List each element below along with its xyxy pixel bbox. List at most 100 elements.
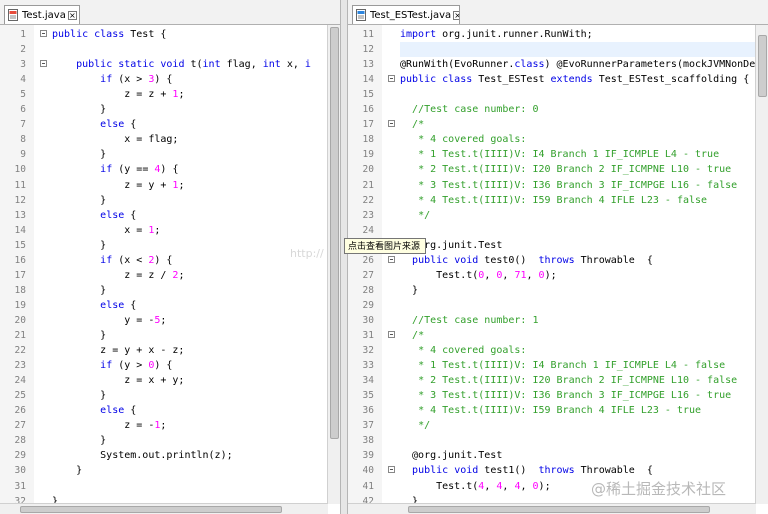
code-text: z = y + 1; bbox=[52, 179, 185, 191]
code-line[interactable]: 37 */ bbox=[348, 418, 756, 433]
code-line[interactable]: 11 z = y + 1; bbox=[0, 178, 328, 193]
code-text: import org.junit.runner.RunWith; bbox=[400, 29, 593, 40]
code-line[interactable]: 22 z = y + x - z; bbox=[0, 343, 328, 358]
right-vertical-scrollbar[interactable] bbox=[755, 25, 768, 504]
code-text: * 3 Test.t(IIII)V: I36 Branch 3 IF_ICMPG… bbox=[412, 179, 738, 191]
code-line[interactable]: 35 * 3 Test.t(IIII)V: I36 Branch 3 IF_IC… bbox=[348, 388, 756, 403]
code-line[interactable]: 26 public void test0() throws Throwable … bbox=[348, 253, 756, 268]
fold-toggle-icon[interactable] bbox=[388, 331, 395, 338]
line-number: 36 bbox=[362, 405, 374, 417]
code-text: * 4 covered goals: bbox=[412, 134, 527, 146]
code-line[interactable]: 11 import org.junit.runner.RunWith; bbox=[348, 27, 756, 42]
line-number: 5 bbox=[20, 89, 26, 101]
line-number: 41 bbox=[362, 480, 374, 492]
code-line[interactable]: 9 } bbox=[0, 147, 328, 162]
code-line[interactable]: 29 bbox=[348, 298, 756, 313]
code-line[interactable]: 15 } bbox=[0, 238, 328, 253]
fold-toggle-icon[interactable] bbox=[40, 30, 47, 37]
close-icon[interactable]: × bbox=[67, 10, 77, 20]
code-line[interactable]: 13 else { bbox=[0, 208, 328, 223]
code-text: public class Test { bbox=[52, 29, 167, 40]
code-line[interactable]: 36 * 4 Test.t(IIII)V: I59 Branch 4 IFLE … bbox=[348, 403, 756, 418]
line-number: 18 bbox=[362, 134, 374, 146]
line-number: 27 bbox=[14, 420, 26, 432]
code-line[interactable]: 31 bbox=[0, 479, 328, 494]
right-horizontal-scrollbar[interactable] bbox=[348, 503, 756, 514]
code-line[interactable]: 13 @RunWith(EvoRunner.class) @EvoRunnerPa… bbox=[348, 57, 768, 72]
image-source-tooltip[interactable]: 点击查看图片来源 bbox=[344, 238, 426, 254]
code-line[interactable]: 14 public class Test_ESTest extends Test_… bbox=[348, 72, 756, 87]
code-line[interactable]: 17 /* bbox=[348, 117, 756, 132]
code-line[interactable]: 27 z = -1; bbox=[0, 418, 328, 433]
code-line[interactable]: 20 y = -5; bbox=[0, 313, 328, 328]
left-horizontal-scroll-thumb[interactable] bbox=[20, 506, 282, 513]
code-line[interactable]: 2 bbox=[0, 42, 328, 57]
line-number: 17 bbox=[362, 119, 374, 131]
code-line[interactable]: 27 Test.t(0, 0, 71, 0); bbox=[348, 268, 756, 283]
line-number: 19 bbox=[14, 299, 26, 311]
code-line[interactable]: 12 } bbox=[0, 193, 328, 208]
fold-toggle-icon[interactable] bbox=[388, 255, 395, 263]
code-line[interactable]: 5 z = z + 1; bbox=[0, 87, 328, 102]
code-line[interactable]: 26 else { bbox=[0, 403, 328, 418]
editor-splitter[interactable] bbox=[340, 0, 348, 514]
code-line[interactable]: 18 * 4 covered goals: bbox=[348, 132, 756, 147]
line-number: 2 bbox=[20, 44, 26, 56]
code-line[interactable]: 28 } bbox=[0, 433, 328, 448]
code-line[interactable]: 31 /* bbox=[348, 328, 756, 343]
code-line[interactable]: 32 * 4 covered goals: bbox=[348, 343, 756, 358]
code-line[interactable]: 7 else { bbox=[0, 117, 328, 132]
code-line[interactable]: 8 x = flag; bbox=[0, 132, 328, 147]
tab-test-estest-java[interactable]: Test_ESTest.java × bbox=[352, 5, 460, 24]
code-line[interactable]: 33 * 1 Test.t(IIII)V: I4 Branch 1 IF_ICM… bbox=[348, 358, 756, 373]
right-horizontal-scroll-thumb[interactable] bbox=[408, 506, 710, 513]
code-line[interactable]: 19 else { bbox=[0, 298, 328, 313]
code-line[interactable]: 15 bbox=[348, 87, 756, 102]
left-vertical-scrollbar[interactable] bbox=[327, 25, 340, 504]
code-line[interactable]: 14 x = 1; bbox=[0, 223, 328, 238]
line-number: 26 bbox=[14, 405, 26, 417]
code-line[interactable]: 12 bbox=[348, 42, 760, 58]
code-line[interactable]: 29 System.out.println(z); bbox=[0, 448, 328, 463]
code-line[interactable]: 4 if (x > 3) { bbox=[0, 72, 328, 87]
left-horizontal-scrollbar[interactable] bbox=[0, 503, 328, 514]
code-line[interactable]: 38 bbox=[348, 433, 756, 448]
fold-toggle-icon[interactable] bbox=[40, 60, 47, 68]
fold-toggle-icon[interactable] bbox=[388, 120, 395, 128]
code-line[interactable]: 39 @org.junit.Test bbox=[348, 448, 756, 463]
line-number: 14 bbox=[14, 224, 26, 236]
fold-toggle-icon[interactable] bbox=[388, 75, 395, 83]
right-vertical-scroll-thumb[interactable] bbox=[758, 35, 767, 97]
code-line[interactable]: 1 public class Test { bbox=[0, 27, 328, 42]
code-line[interactable]: 16 if (x < 2) { bbox=[0, 253, 328, 268]
code-line[interactable]: 3 public static void t(int flag, int x, … bbox=[0, 57, 328, 72]
close-icon[interactable]: × bbox=[453, 10, 459, 20]
code-line[interactable]: 23 */ bbox=[348, 208, 756, 223]
code-line[interactable]: 18 } bbox=[0, 283, 328, 298]
code-line[interactable]: 28 } bbox=[348, 283, 756, 298]
code-line[interactable]: 21 } bbox=[0, 328, 328, 343]
code-line[interactable]: 17 z = z / 2; bbox=[0, 268, 328, 283]
code-line[interactable]: 24 bbox=[348, 223, 756, 238]
code-line[interactable]: 40 public void test1() throws Throwable … bbox=[348, 463, 756, 478]
fold-toggle-icon[interactable] bbox=[388, 466, 395, 474]
code-line[interactable]: 6 } bbox=[0, 102, 328, 117]
code-line[interactable]: 34 * 2 Test.t(IIII)V: I20 Branch 2 IF_IC… bbox=[348, 373, 756, 388]
code-line[interactable]: 10 if (y == 4) { bbox=[0, 162, 328, 177]
code-line[interactable]: 22 * 4 Test.t(IIII)V: I59 Branch 4 IFLE … bbox=[348, 193, 756, 208]
code-line[interactable]: 25 } bbox=[0, 388, 328, 403]
left-code-area[interactable]: 1 public class Test { 2 3 public static voi… bbox=[0, 25, 328, 507]
code-line[interactable]: 24 z = x + y; bbox=[0, 373, 328, 388]
code-line[interactable]: 23 if (y > 0) { bbox=[0, 358, 328, 373]
left-vertical-scroll-thumb[interactable] bbox=[330, 27, 339, 439]
code-text: @org.junit.Test bbox=[400, 450, 503, 462]
code-line[interactable]: 21 * 3 Test.t(IIII)V: I36 Branch 3 IF_IC… bbox=[348, 178, 756, 193]
code-line[interactable]: 30 //Test case number: 1 bbox=[348, 313, 756, 328]
watermark-text: @稀土掘金技术社区 bbox=[591, 480, 727, 498]
code-line[interactable]: 30 } bbox=[0, 463, 328, 478]
code-line[interactable]: 19 * 1 Test.t(IIII)V: I4 Branch 1 IF_ICM… bbox=[348, 147, 756, 162]
code-line[interactable]: 20 * 2 Test.t(IIII)V: I20 Branch 2 IF_IC… bbox=[348, 162, 756, 177]
right-code-area[interactable]: 11 import org.junit.runner.RunWith; 12 13 @R… bbox=[348, 25, 768, 514]
code-line[interactable]: 16 //Test case number: 0 bbox=[348, 102, 756, 117]
tab-test-java[interactable]: Test.java × bbox=[4, 5, 80, 24]
